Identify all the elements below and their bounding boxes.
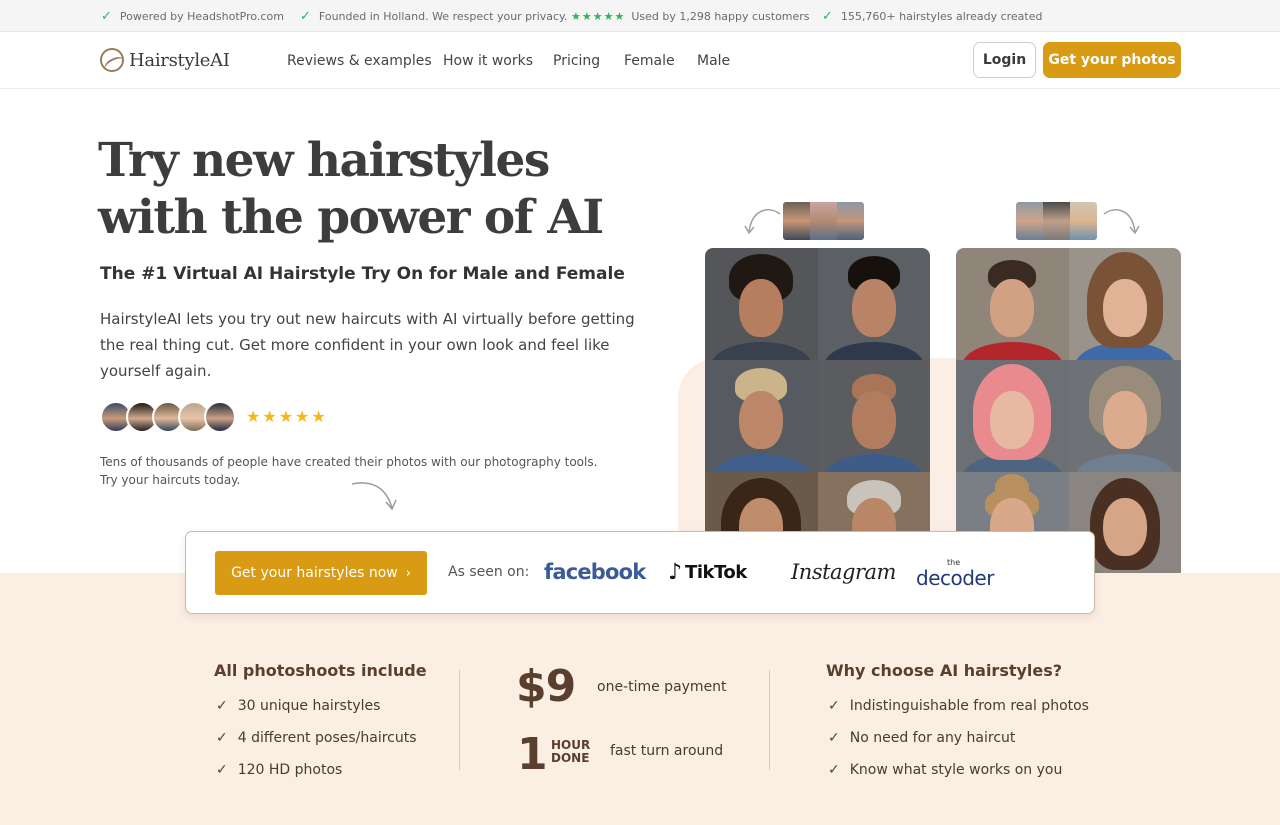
tiktok-note-icon: ♪ (668, 560, 683, 585)
hairstyle-photo[interactable] (705, 360, 818, 472)
get-photos-button[interactable]: Get your photos (1043, 42, 1181, 78)
hairstyle-photo[interactable] (956, 248, 1069, 360)
tiktok-logo-text: TikTok (685, 562, 747, 583)
check-icon: ✓ (216, 698, 228, 714)
trust-item-customers: ★★★★★ Used by 1,298 happy customers (571, 0, 810, 32)
hairstyle-photo[interactable] (705, 248, 818, 360)
check-icon: ✓ (822, 8, 833, 24)
turnaround-note: fast turn around (610, 743, 724, 759)
benefit-item-label: No need for any haircut (849, 730, 1016, 746)
customer-avatars (100, 401, 236, 433)
rating-stars-icon: ★★★★★ (246, 407, 328, 426)
nav-link-pricing[interactable]: Pricing (553, 32, 600, 89)
curved-arrow-icon (351, 482, 397, 511)
feature-item: ✓ 4 different poses/haircuts (216, 730, 417, 746)
source-photo-thumbnail (837, 202, 864, 240)
site-logo[interactable]: HairstyleAI (100, 48, 230, 72)
photoshoots-include-title: All photoshoots include (214, 661, 427, 680)
turnaround-value: 1 (517, 729, 548, 780)
check-icon: ✓ (828, 698, 840, 714)
column-divider (459, 670, 460, 770)
turnaround-unit: HOUR DONE (551, 739, 590, 765)
rating-stars-icon: ★★★★★ (571, 9, 626, 23)
hairstyle-photo[interactable] (817, 248, 930, 360)
feature-item: ✓ 120 HD photos (216, 762, 342, 778)
trust-item-hairstyles: ✓ 155,760+ hairstyles already created (822, 0, 1042, 32)
male-hairstyle-gallery (705, 248, 930, 573)
social-proof-line-2: Try your haircuts today. (100, 473, 241, 487)
curved-arrow-icon (744, 209, 781, 235)
trust-item-label: Used by 1,298 happy customers (631, 9, 810, 23)
main-nav: HairstyleAI Reviews & examples How it wo… (0, 32, 1280, 89)
hero-subtitle: The #1 Virtual AI Hairstyle Try On for M… (100, 264, 625, 284)
turnaround-unit-line-2: DONE (551, 751, 590, 765)
login-button[interactable]: Login (973, 42, 1036, 78)
get-hairstyles-label: Get your hairstyles now (231, 565, 398, 581)
benefit-item: ✓ Indistinguishable from real photos (828, 698, 1089, 714)
check-icon: ✓ (300, 8, 311, 24)
source-photo-thumbnail (1070, 202, 1097, 240)
hairstyle-photo[interactable] (1068, 360, 1181, 472)
female-source-thumbnails (1016, 202, 1097, 240)
check-icon: ✓ (828, 762, 840, 778)
hero-description: HairstyleAI lets you try out new haircut… (100, 310, 635, 380)
source-photo-thumbnail (1016, 202, 1043, 240)
feature-item-label: 30 unique hairstyles (237, 698, 381, 714)
turnaround-unit-line-1: HOUR (551, 738, 591, 752)
social-proof-line-1: Tens of thousands of people have created… (100, 455, 598, 469)
check-icon: ✓ (216, 762, 228, 778)
hairstyle-photo[interactable] (817, 360, 930, 472)
decoder-logo-text: decoder (916, 566, 994, 590)
avatar (204, 401, 236, 433)
nav-link-male[interactable]: Male (697, 32, 730, 89)
hairstyle-photo[interactable] (1068, 248, 1181, 360)
trust-item-powered: ✓ Powered by HeadshotPro.com (101, 0, 284, 32)
trust-item-label: Powered by HeadshotPro.com (119, 9, 284, 23)
check-icon: ✓ (216, 730, 228, 746)
column-divider (769, 670, 770, 770)
source-photo-thumbnail (783, 202, 810, 240)
price-value: $9 (516, 661, 576, 712)
tiktok-logo: ♪ TikTok (668, 560, 747, 585)
hero-title-line-1: Try new hairstyles (98, 133, 550, 188)
trust-item-label: 155,760+ hairstyles already created (840, 9, 1043, 23)
hero-title-line-2: with the power of AI (98, 190, 604, 245)
trust-bar: ✓ Powered by HeadshotPro.com ✓ Founded i… (0, 0, 1280, 32)
feature-item-label: 4 different poses/haircuts (237, 730, 417, 746)
price-note: one-time payment (597, 679, 727, 695)
why-choose-title: Why choose AI hairstyles? (826, 661, 1063, 680)
check-icon: ✓ (828, 730, 840, 746)
nav-link-how-it-works[interactable]: How it works (443, 32, 533, 89)
facebook-logo: facebook (544, 560, 646, 584)
source-photo-thumbnail (1043, 202, 1070, 240)
feature-item-label: 120 HD photos (237, 762, 343, 778)
check-icon: ✓ (101, 8, 112, 24)
source-photo-thumbnail (810, 202, 837, 240)
female-hairstyle-gallery (956, 248, 1181, 573)
logo-text: HairstyleAI (129, 49, 230, 71)
chevron-right-icon: › (405, 565, 411, 581)
nav-link-female[interactable]: Female (624, 32, 675, 89)
trust-item-label: Founded in Holland. We respect your priv… (318, 9, 568, 23)
male-source-thumbnails (783, 202, 864, 240)
hero-title: Try new hairstyles with the power of AI (98, 132, 658, 246)
hairstyle-photo[interactable] (956, 360, 1069, 472)
cta-card: Get your hairstyles now › As seen on: fa… (185, 531, 1095, 614)
benefit-item: ✓ No need for any haircut (828, 730, 1015, 746)
feature-item: ✓ 30 unique hairstyles (216, 698, 380, 714)
nav-link-reviews[interactable]: Reviews & examples (287, 32, 432, 89)
curved-arrow-icon (1103, 209, 1140, 235)
trust-item-holland: ✓ Founded in Holland. We respect your pr… (300, 0, 567, 32)
get-hairstyles-button[interactable]: Get your hairstyles now › (215, 551, 427, 595)
benefit-item: ✓ Know what style works on you (828, 762, 1062, 778)
as-seen-on-label: As seen on: (448, 564, 530, 580)
benefit-item-label: Indistinguishable from real photos (849, 698, 1089, 714)
benefit-item-label: Know what style works on you (849, 762, 1063, 778)
instagram-logo: Instagram (791, 560, 896, 584)
logo-icon (100, 48, 124, 72)
